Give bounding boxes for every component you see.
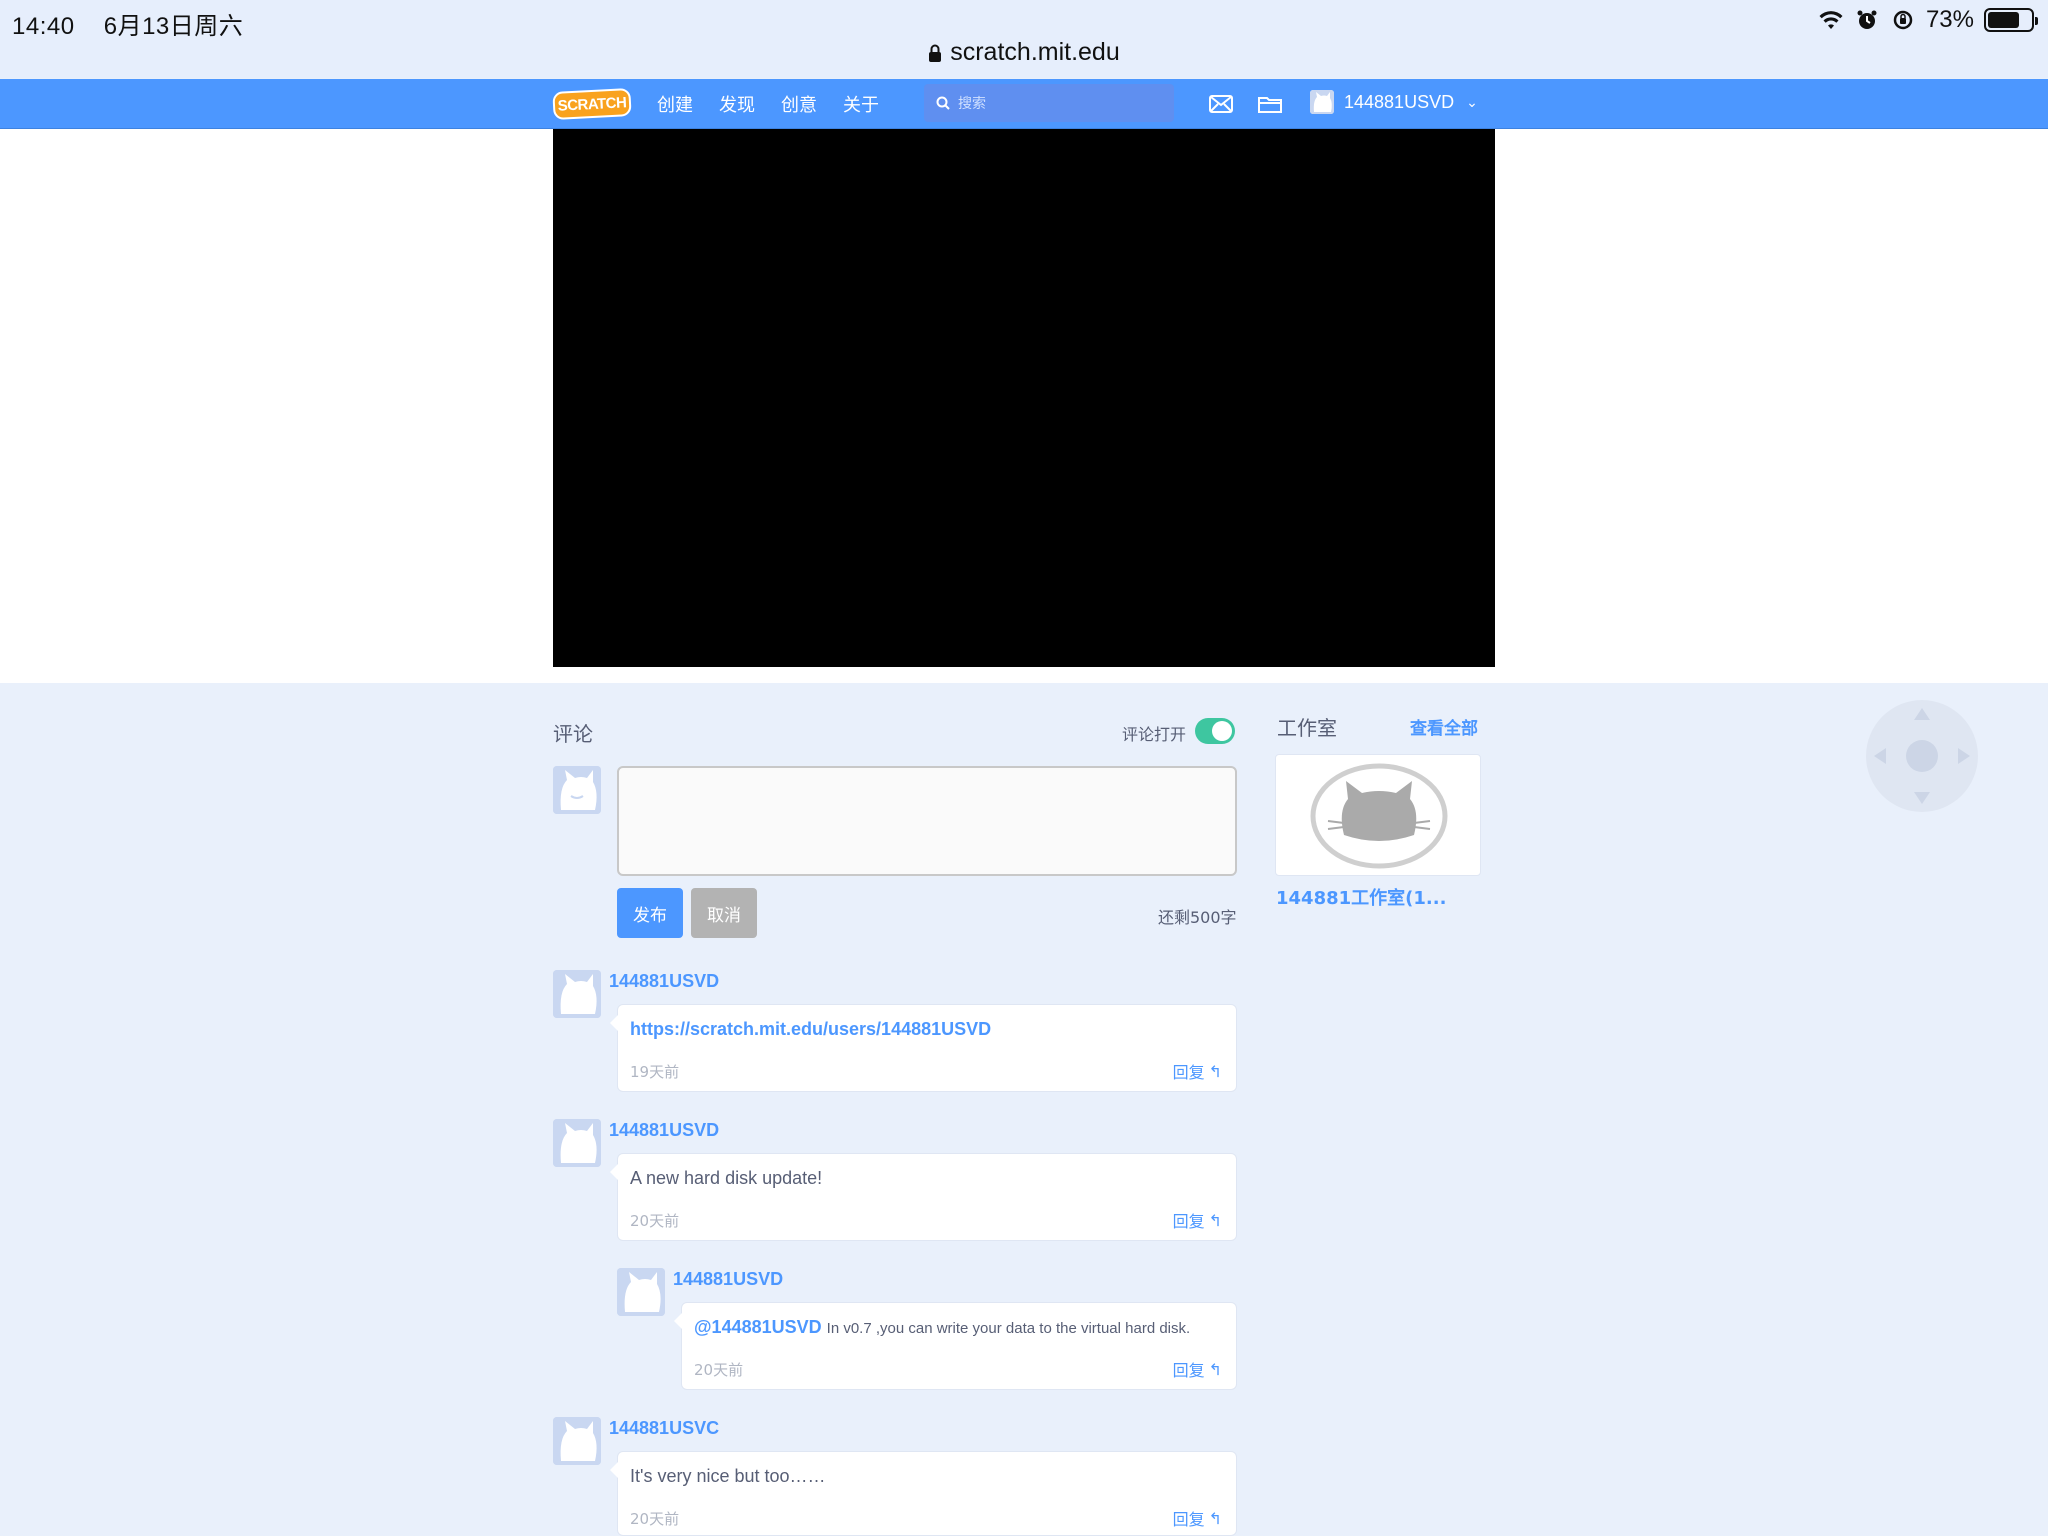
comment-bubble: It's very nice but too…… 20天前 回复 ↰ (610, 1451, 1237, 1536)
status-bar-right: 73% (1818, 6, 2038, 34)
comment-time: 20天前 (630, 1212, 680, 1230)
comment-text-wrapper: @144881USVD In v0.7 ,you can write your … (694, 1317, 1190, 1338)
comment-time: 20天前 (630, 1510, 680, 1528)
lock-icon (929, 44, 942, 62)
scratch-logo[interactable]: SCRATCH (552, 87, 632, 121)
reply-arrow-icon: ↰ (1208, 1061, 1222, 1081)
status-date: 6月13日周六 (103, 13, 244, 40)
wifi-icon (1818, 7, 1844, 33)
rotation-lock-icon (1890, 7, 1916, 33)
user-menu[interactable]: 144881USVD ⌄ (1310, 90, 1478, 114)
scratch-navbar: SCRATCH 创建 发现 创意 关于 搜索 144881USVD ⌄ (0, 79, 2048, 129)
studios-title: 工作室 (1277, 716, 1337, 740)
reply-arrow-icon: ↰ (1208, 1359, 1222, 1379)
comments-toggle-label: 评论打开 (1122, 725, 1187, 744)
comment-time: 20天前 (694, 1361, 744, 1379)
reply-button[interactable]: 回复 ↰ (1173, 1357, 1222, 1381)
alarm-icon (1854, 7, 1880, 33)
nav-create[interactable]: 创建 (657, 91, 693, 117)
reply-label: 回复 (1172, 1212, 1205, 1231)
reply-arrow-icon: ↰ (1208, 1210, 1222, 1230)
address-bar[interactable]: scratch.mit.edu (0, 38, 2048, 67)
comment-username[interactable]: 144881USVD (609, 971, 719, 992)
avatar[interactable] (553, 1417, 601, 1465)
reply-label: 回复 (1172, 1510, 1205, 1529)
search-icon (936, 96, 950, 110)
battery-percent: 73% (1925, 6, 1974, 33)
comment-link[interactable]: https://scratch.mit.edu/users/144881USVD (630, 1019, 991, 1040)
avatar[interactable] (553, 1119, 601, 1167)
search-placeholder: 搜索 (958, 95, 986, 111)
comment-username[interactable]: 144881USVC (609, 1418, 719, 1439)
comment-time: 19天前 (630, 1063, 680, 1081)
status-bar-left: 14:40 6月13日周六 (12, 6, 265, 41)
joystick-icon (1874, 708, 1970, 804)
studio-cat-icon (1310, 763, 1448, 869)
avatar[interactable] (553, 766, 601, 814)
address-url: scratch.mit.edu (950, 38, 1120, 66)
reply-label: 回复 (1172, 1361, 1205, 1380)
chars-remaining: 还剩500字 (1158, 908, 1237, 927)
cancel-button[interactable]: 取消 (691, 888, 757, 938)
project-area (0, 129, 2048, 683)
nav-explore[interactable]: 发现 (719, 91, 755, 117)
comment-text: It's very nice but too…… (630, 1466, 826, 1486)
comments-toggle[interactable] (1195, 718, 1235, 744)
avatar[interactable] (553, 970, 601, 1018)
comment-username[interactable]: 144881USVD (609, 1120, 719, 1141)
comment-mention[interactable]: @144881USVD (694, 1317, 822, 1337)
battery-icon (1984, 8, 2038, 32)
username: 144881USVD (1344, 91, 1455, 112)
comment-username[interactable]: 144881USVD (673, 1269, 783, 1290)
reply-button[interactable]: 回复 ↰ (1173, 1506, 1222, 1530)
post-button[interactable]: 发布 (617, 888, 683, 938)
avatar (1310, 90, 1334, 114)
comment-bubble: @144881USVD In v0.7 ,you can write your … (674, 1302, 1237, 1390)
status-time: 14:40 (12, 13, 75, 40)
reply-arrow-icon: ↰ (1208, 1508, 1222, 1528)
project-stage[interactable] (553, 129, 1495, 667)
comment-text: In v0.7 ,you can write your data to the … (826, 1320, 1191, 1337)
comment-bubble: https://scratch.mit.edu/users/144881USVD… (610, 1004, 1237, 1092)
search-input[interactable]: 搜索 (924, 84, 1174, 122)
nav-inner: SCRATCH 创建 发现 创意 关于 (552, 79, 879, 129)
studio-thumbnail[interactable] (1275, 754, 1481, 876)
comment-textarea[interactable] (617, 766, 1237, 876)
floating-joystick-control[interactable] (1866, 700, 1978, 812)
chevron-down-icon: ⌄ (1466, 93, 1478, 110)
reply-button[interactable]: 回复 ↰ (1173, 1059, 1222, 1083)
studio-name[interactable]: 144881工作室(1... (1276, 884, 1446, 910)
messages-icon[interactable] (1208, 91, 1234, 117)
nav-about[interactable]: 关于 (843, 91, 879, 117)
comment-text: A new hard disk update! (630, 1168, 823, 1188)
reply-button[interactable]: 回复 ↰ (1173, 1208, 1222, 1232)
view-all-link[interactable]: 查看全部 (1410, 714, 1478, 739)
ios-top-bar: 14:40 6月13日周六 73% scratch.mit.edu (0, 0, 2048, 78)
reply-label: 回复 (1172, 1063, 1205, 1082)
nav-ideas[interactable]: 创意 (781, 91, 817, 117)
comment-bubble: A new hard disk update! 20天前 回复 ↰ (610, 1153, 1237, 1241)
comments-title: 评论 (553, 722, 593, 746)
my-stuff-folder-icon[interactable] (1257, 91, 1283, 117)
avatar[interactable] (617, 1268, 665, 1316)
